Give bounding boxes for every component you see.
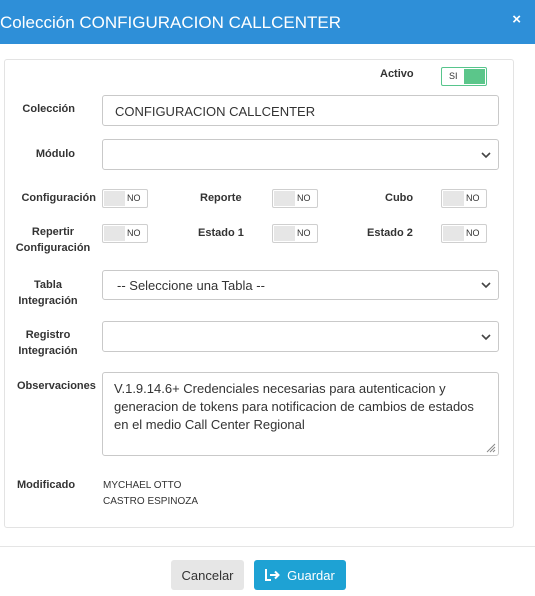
configuracion-toggle-value: NO [127,193,141,203]
estado2-toggle[interactable]: NO [441,224,487,243]
activo-toggle[interactable]: SI [441,67,487,86]
footer-divider [0,546,535,547]
reporte-label: Reporte [200,192,242,204]
estado1-label: Estado 1 [198,227,244,239]
save-icon [265,569,281,581]
toggle-knob [274,191,295,206]
tabla-integracion-label: Tabla Integración [10,277,86,309]
modulo-select[interactable] [102,139,499,170]
activo-label: Activo [380,68,414,80]
modificado-label: Modificado [17,479,76,491]
configuracion-toggle[interactable]: NO [102,189,148,208]
modificado-value: MYCHAEL OTTO CASTRO ESPINOZA [103,478,198,510]
chevron-down-icon [481,333,491,340]
repertir-toggle-value: NO [127,228,141,238]
toggle-knob [443,191,464,206]
cubo-label: Cubo [385,192,414,204]
estado1-toggle[interactable]: NO [272,224,318,243]
modal-header: Colección CONFIGURACION CALLCENTER × [0,0,535,44]
coleccion-value: CONFIGURACION CALLCENTER [115,104,316,119]
toggle-knob [464,69,485,84]
cancel-button[interactable]: Cancelar [171,560,244,590]
repertir-label-line2: Configuración [15,242,91,254]
tabla-label-line2: Integración [18,295,78,307]
activo-toggle-value: SI [449,71,458,81]
close-icon[interactable]: × [512,11,521,28]
observaciones-value: V.1.9.14.6+ Credenciales necesarias para… [114,381,474,432]
toggle-knob [443,226,464,241]
toggle-knob [104,226,125,241]
registro-integracion-label: Registro Integración [10,327,86,359]
repertir-label: Repertir Configuración [10,224,96,256]
estado2-label: Estado 2 [367,227,413,239]
modificado-line2: CASTRO ESPINOZA [103,496,199,507]
repertir-label-line1: Repertir [31,226,75,238]
chevron-down-icon [481,282,491,289]
repertir-toggle[interactable]: NO [102,224,148,243]
modificado-line1: MYCHAEL OTTO [103,480,182,491]
tabla-integracion-select[interactable]: -- Seleccione una Tabla -- [102,270,499,300]
coleccion-label: Colección [22,103,75,115]
toggle-knob [104,191,125,206]
observaciones-textarea[interactable]: V.1.9.14.6+ Credenciales necesarias para… [102,372,499,456]
registro-label-line1: Registro [25,329,71,341]
registro-label-line2: Integración [18,345,78,357]
save-button[interactable]: Guardar [254,560,346,590]
chevron-down-icon [481,151,491,158]
resize-grip-icon[interactable] [486,443,496,453]
cubo-toggle[interactable]: NO [441,189,487,208]
modulo-label: Módulo [35,148,75,160]
save-button-label: Guardar [287,567,335,583]
reporte-toggle-value: NO [297,193,311,203]
configuracion-label: Configuración [21,192,96,204]
cubo-toggle-value: NO [466,193,480,203]
coleccion-input[interactable]: CONFIGURACION CALLCENTER [102,95,499,126]
tabla-integracion-value: -- Seleccione una Tabla -- [117,278,265,293]
observaciones-label: Observaciones [17,380,96,392]
toggle-knob [274,226,295,241]
reporte-toggle[interactable]: NO [272,189,318,208]
tabla-label-line1: Tabla [34,279,62,291]
registro-integracion-select[interactable] [102,321,499,352]
modal-title: Colección CONFIGURACION CALLCENTER [0,13,342,32]
estado1-toggle-value: NO [297,228,311,238]
estado2-toggle-value: NO [466,228,480,238]
